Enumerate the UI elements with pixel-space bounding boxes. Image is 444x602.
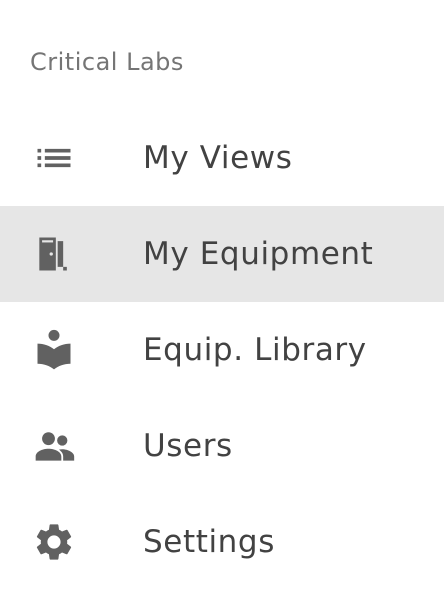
nav-list: My Views My Equipment Equip. Library Use… <box>0 110 444 590</box>
nav-item-equip-library[interactable]: Equip. Library <box>0 302 444 398</box>
nav-item-label: Settings <box>143 524 275 560</box>
book-reader-icon <box>32 328 76 372</box>
nav-item-my-views[interactable]: My Views <box>0 110 444 206</box>
nav-item-settings[interactable]: Settings <box>0 494 444 590</box>
nav-item-label: My Views <box>143 140 293 176</box>
nav-item-label: My Equipment <box>143 236 374 272</box>
nav-item-my-equipment[interactable]: My Equipment <box>0 206 444 302</box>
people-icon <box>32 424 76 468</box>
door-icon <box>32 232 76 276</box>
nav-item-users[interactable]: Users <box>0 398 444 494</box>
nav-item-label: Equip. Library <box>143 332 367 368</box>
navigation-drawer: Critical Labs My Views My Equipment Equi… <box>0 0 444 602</box>
nav-item-label: Users <box>143 428 233 464</box>
org-name: Critical Labs <box>30 48 184 76</box>
gear-icon <box>32 520 76 564</box>
list-icon <box>32 136 76 180</box>
